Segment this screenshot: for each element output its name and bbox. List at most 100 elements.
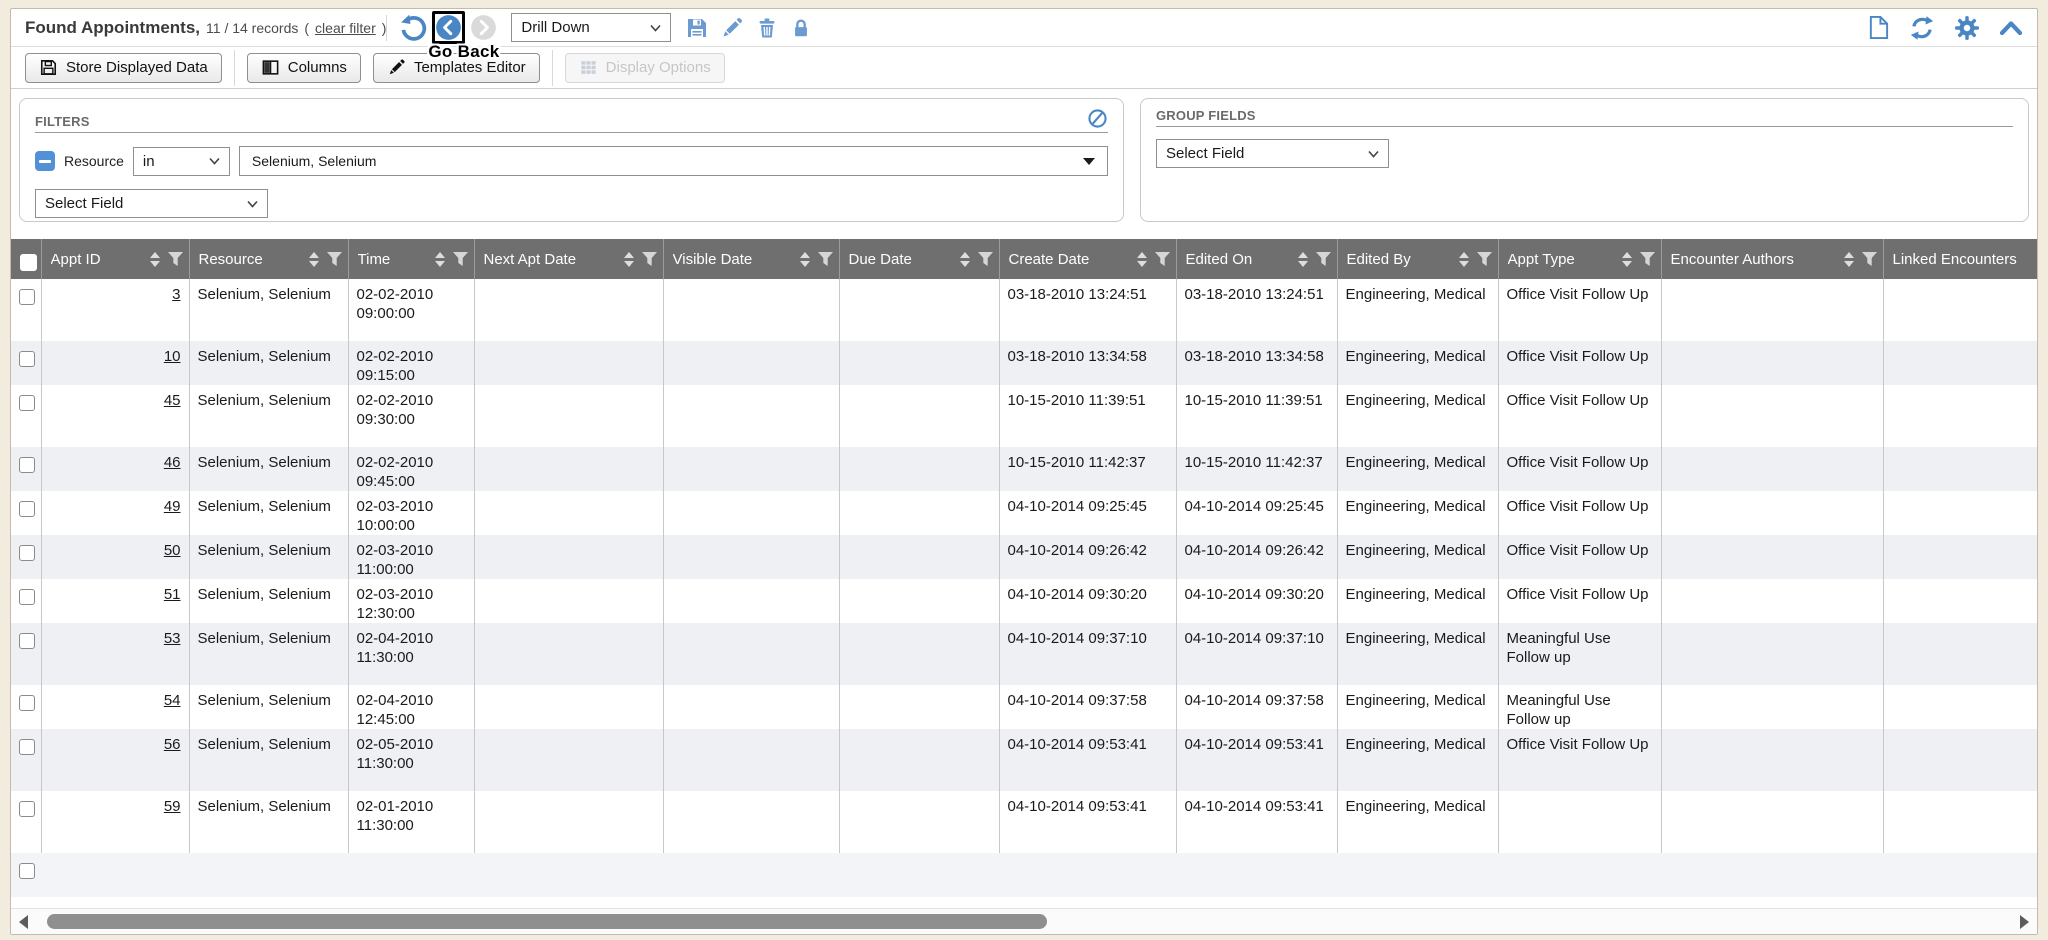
appt-type-cell: Office Visit Follow Up	[1498, 385, 1661, 447]
scroll-left-arrow-icon[interactable]	[19, 915, 28, 929]
gear-icon[interactable]	[1954, 15, 1980, 41]
sort-icon[interactable]	[435, 252, 445, 267]
sort-icon[interactable]	[624, 252, 634, 267]
row-checkbox[interactable]	[19, 289, 35, 305]
delete-trash-icon[interactable]	[755, 16, 779, 40]
group-fields-header: GROUP FIELDS	[1156, 108, 2013, 127]
edited-by-cell: Engineering, Medical	[1337, 385, 1498, 447]
appt-id-link[interactable]: 50	[164, 542, 181, 559]
scrollbar-thumb[interactable]	[47, 914, 1047, 929]
row-checkbox[interactable]	[19, 351, 35, 367]
filter-operator-select[interactable]: in	[133, 147, 230, 176]
time-cell: 02-02-201009:45:00	[348, 447, 474, 491]
visible-date-cell	[663, 685, 839, 729]
edited-on-cell: 10-15-2010 11:39:51	[1176, 385, 1337, 447]
select-all-checkbox[interactable]	[20, 254, 37, 271]
col-next-apt-date: Next Apt Date	[484, 251, 616, 268]
go-forward-icon[interactable]	[470, 14, 497, 41]
horizontal-scrollbar[interactable]	[11, 908, 2037, 934]
appt-id-link[interactable]: 54	[164, 692, 181, 709]
appt-type-cell	[1498, 791, 1661, 853]
edited-on-cell: 04-10-2014 09:37:10	[1176, 623, 1337, 685]
row-checkbox[interactable]	[19, 395, 35, 411]
filter-funnel-icon[interactable]	[327, 252, 342, 266]
sort-icon[interactable]	[1622, 252, 1632, 267]
create-date-cell: 04-10-2014 09:25:45	[999, 491, 1176, 535]
row-checkbox[interactable]	[19, 863, 35, 879]
appt-id-link[interactable]: 59	[164, 798, 181, 815]
filter-funnel-icon[interactable]	[1316, 252, 1331, 266]
appt-type-cell: Office Visit Follow Up	[1498, 341, 1661, 385]
sort-icon[interactable]	[309, 252, 319, 267]
collapse-chevron-icon[interactable]	[1999, 20, 2023, 36]
filter-funnel-icon[interactable]	[978, 252, 993, 266]
visible-date-cell	[663, 535, 839, 579]
visible-date-cell	[663, 341, 839, 385]
appt-id-link[interactable]: 46	[164, 454, 181, 471]
row-checkbox[interactable]	[19, 501, 35, 517]
scroll-right-arrow-icon[interactable]	[2020, 915, 2029, 929]
filter-funnel-icon[interactable]	[1477, 252, 1492, 266]
row-checkbox[interactable]	[19, 633, 35, 649]
chevron-down-icon	[1368, 150, 1379, 158]
refresh-icon[interactable]	[1909, 15, 1935, 41]
lock-icon[interactable]	[790, 16, 812, 40]
sort-icon[interactable]	[1459, 252, 1469, 267]
edited-on-cell: 03-18-2010 13:24:51	[1176, 279, 1337, 341]
new-file-icon[interactable]	[1867, 15, 1890, 40]
edit-pencil-icon[interactable]	[720, 16, 744, 40]
encounter-authors-cell	[1661, 447, 1883, 491]
appt-id-link[interactable]: 53	[164, 630, 181, 647]
appt-id-link[interactable]: 49	[164, 498, 181, 515]
store-displayed-data-button[interactable]: Store Displayed Data	[25, 53, 222, 83]
filter-funnel-icon[interactable]	[642, 252, 657, 266]
filter-funnel-icon[interactable]	[168, 252, 183, 266]
filter-funnel-icon[interactable]	[1862, 252, 1877, 266]
filter-funnel-icon[interactable]	[818, 252, 833, 266]
row-checkbox[interactable]	[19, 695, 35, 711]
sort-icon[interactable]	[1298, 252, 1308, 267]
sort-icon[interactable]	[960, 252, 970, 267]
row-checkbox[interactable]	[19, 457, 35, 473]
undo-icon[interactable]	[399, 14, 427, 42]
row-checkbox[interactable]	[19, 801, 35, 817]
row-checkbox[interactable]	[19, 545, 35, 561]
group-field-select[interactable]: Select Field	[1156, 139, 1389, 168]
appt-id-link[interactable]: 10	[164, 348, 181, 365]
sort-icon[interactable]	[150, 252, 160, 267]
chevron-down-icon	[650, 24, 661, 32]
header-checkbox-cell	[11, 239, 41, 279]
resource-cell: Selenium, Selenium	[189, 579, 348, 623]
remove-filter-icon[interactable]	[35, 151, 55, 171]
filter-funnel-icon[interactable]	[1155, 252, 1170, 266]
edited-on-cell: 04-10-2014 09:30:20	[1176, 579, 1337, 623]
row-checkbox[interactable]	[19, 589, 35, 605]
appt-id-link[interactable]: 51	[164, 586, 181, 603]
filter-value-combobox[interactable]: Selenium, Selenium	[239, 146, 1108, 176]
drilldown-select[interactable]: Drill Down	[511, 13, 671, 42]
linked-encounters-cell	[1883, 279, 2037, 341]
appt-id-link[interactable]: 56	[164, 736, 181, 753]
due-date-cell	[839, 729, 999, 791]
due-date-cell	[839, 791, 999, 853]
save-icon[interactable]	[685, 16, 709, 40]
add-filter-field-select[interactable]: Select Field	[35, 189, 268, 218]
clear-all-filters-icon[interactable]	[1087, 108, 1108, 129]
sort-icon[interactable]	[1844, 252, 1854, 267]
go-back-icon[interactable]	[435, 14, 462, 41]
appt-id-link[interactable]: 3	[172, 286, 180, 303]
time-cell: 02-04-201012:45:00	[348, 685, 474, 729]
table-row: 51 Selenium, Selenium 02-03-201012:30:00…	[11, 579, 2037, 623]
sort-icon[interactable]	[800, 252, 810, 267]
table-row: 59 Selenium, Selenium 02-01-201011:30:00…	[11, 791, 2037, 853]
filter-funnel-icon[interactable]	[453, 252, 468, 266]
resource-cell: Selenium, Selenium	[189, 791, 348, 853]
columns-button[interactable]: Columns	[247, 53, 361, 83]
filter-funnel-icon[interactable]	[1640, 252, 1655, 266]
next-apt-date-cell	[474, 729, 663, 791]
appt-id-link[interactable]: 45	[164, 392, 181, 409]
sort-icon[interactable]	[1137, 252, 1147, 267]
row-checkbox[interactable]	[19, 739, 35, 755]
due-date-cell	[839, 535, 999, 579]
clear-filter-link[interactable]: clear filter	[315, 20, 376, 36]
